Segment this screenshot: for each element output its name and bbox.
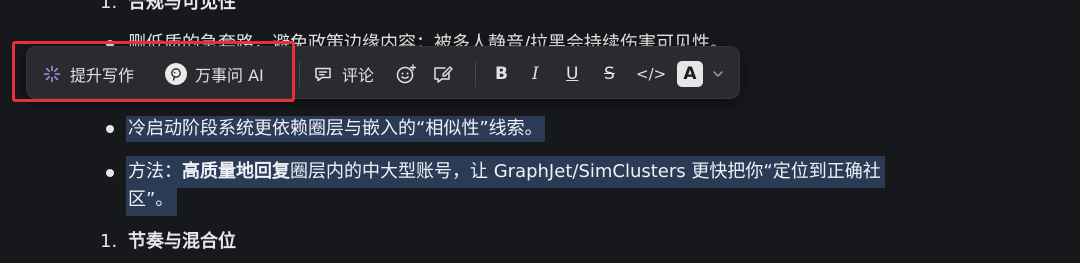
selected-list-item-text[interactable]: 冷启动阶段系统更依赖圈层与嵌入的“相似性”线索。 — [126, 116, 545, 142]
floating-format-toolbar: 提升写作 万事问 AI 评论 B I U S </> A — [26, 46, 740, 99]
toolbar-divider — [299, 61, 300, 87]
chevron-down-icon — [711, 67, 725, 81]
document-page: 1. 合规与可见性 删低质的急套路，避免政策边缘内容；被多人静音/拉黑会持续伤害… — [0, 0, 1080, 263]
strikethrough-label: S — [604, 63, 615, 84]
selected-list-item-text-wrap[interactable]: 区”。 — [126, 187, 178, 216]
ask-ai-label: 万事问 AI — [195, 65, 264, 85]
bold-label: B — [495, 63, 508, 84]
emoji-add-icon — [395, 63, 417, 85]
list-bullet — [106, 125, 114, 133]
strikethrough-button[interactable]: S — [604, 47, 615, 100]
bold-button[interactable]: B — [495, 47, 508, 100]
selected-list-item-text[interactable]: 方法：高质量地回复圈层内的中大型账号，让 GraphJet/SimCluster… — [126, 156, 885, 188]
code-label: </> — [636, 64, 667, 83]
comment-icon — [313, 64, 333, 84]
underline-button[interactable]: U — [566, 47, 578, 100]
italic-label: I — [532, 63, 539, 84]
ordered-list-number: 1. — [100, 231, 118, 252]
bold-text-run: 高质量地回复 — [182, 161, 290, 182]
improve-writing-label: 提升写作 — [70, 65, 135, 85]
sparkle-icon — [43, 65, 61, 83]
ask-ai-button[interactable]: 万事问 AI — [165, 47, 264, 100]
add-reaction-button[interactable] — [395, 47, 417, 100]
ordered-list-number: 1. — [100, 0, 118, 13]
section-heading: 节奏与混合位 — [128, 231, 236, 252]
comment-label: 评论 — [342, 65, 375, 85]
comment-button[interactable]: 评论 — [313, 47, 374, 100]
italic-button[interactable]: I — [532, 47, 539, 100]
underline-label: U — [566, 63, 579, 84]
ai-avatar-icon — [165, 62, 187, 85]
text-run: 方法： — [128, 161, 182, 182]
section-heading: 合规与可见性 — [128, 0, 236, 13]
improve-writing-button[interactable]: 提升写作 — [43, 47, 134, 100]
toolbar-divider — [475, 61, 476, 87]
text-run: 圈层内的中大型账号，让 GraphJet/SimClusters 更快把你“定位… — [290, 161, 881, 182]
inline-code-button[interactable]: </> — [636, 47, 666, 100]
annotate-button[interactable] — [432, 47, 454, 100]
font-color-dropdown[interactable] — [711, 47, 725, 100]
annotate-icon — [432, 63, 454, 85]
list-bullet — [106, 169, 114, 177]
font-color-swatch: A — [677, 60, 703, 87]
font-color-button[interactable]: A — [677, 47, 703, 100]
